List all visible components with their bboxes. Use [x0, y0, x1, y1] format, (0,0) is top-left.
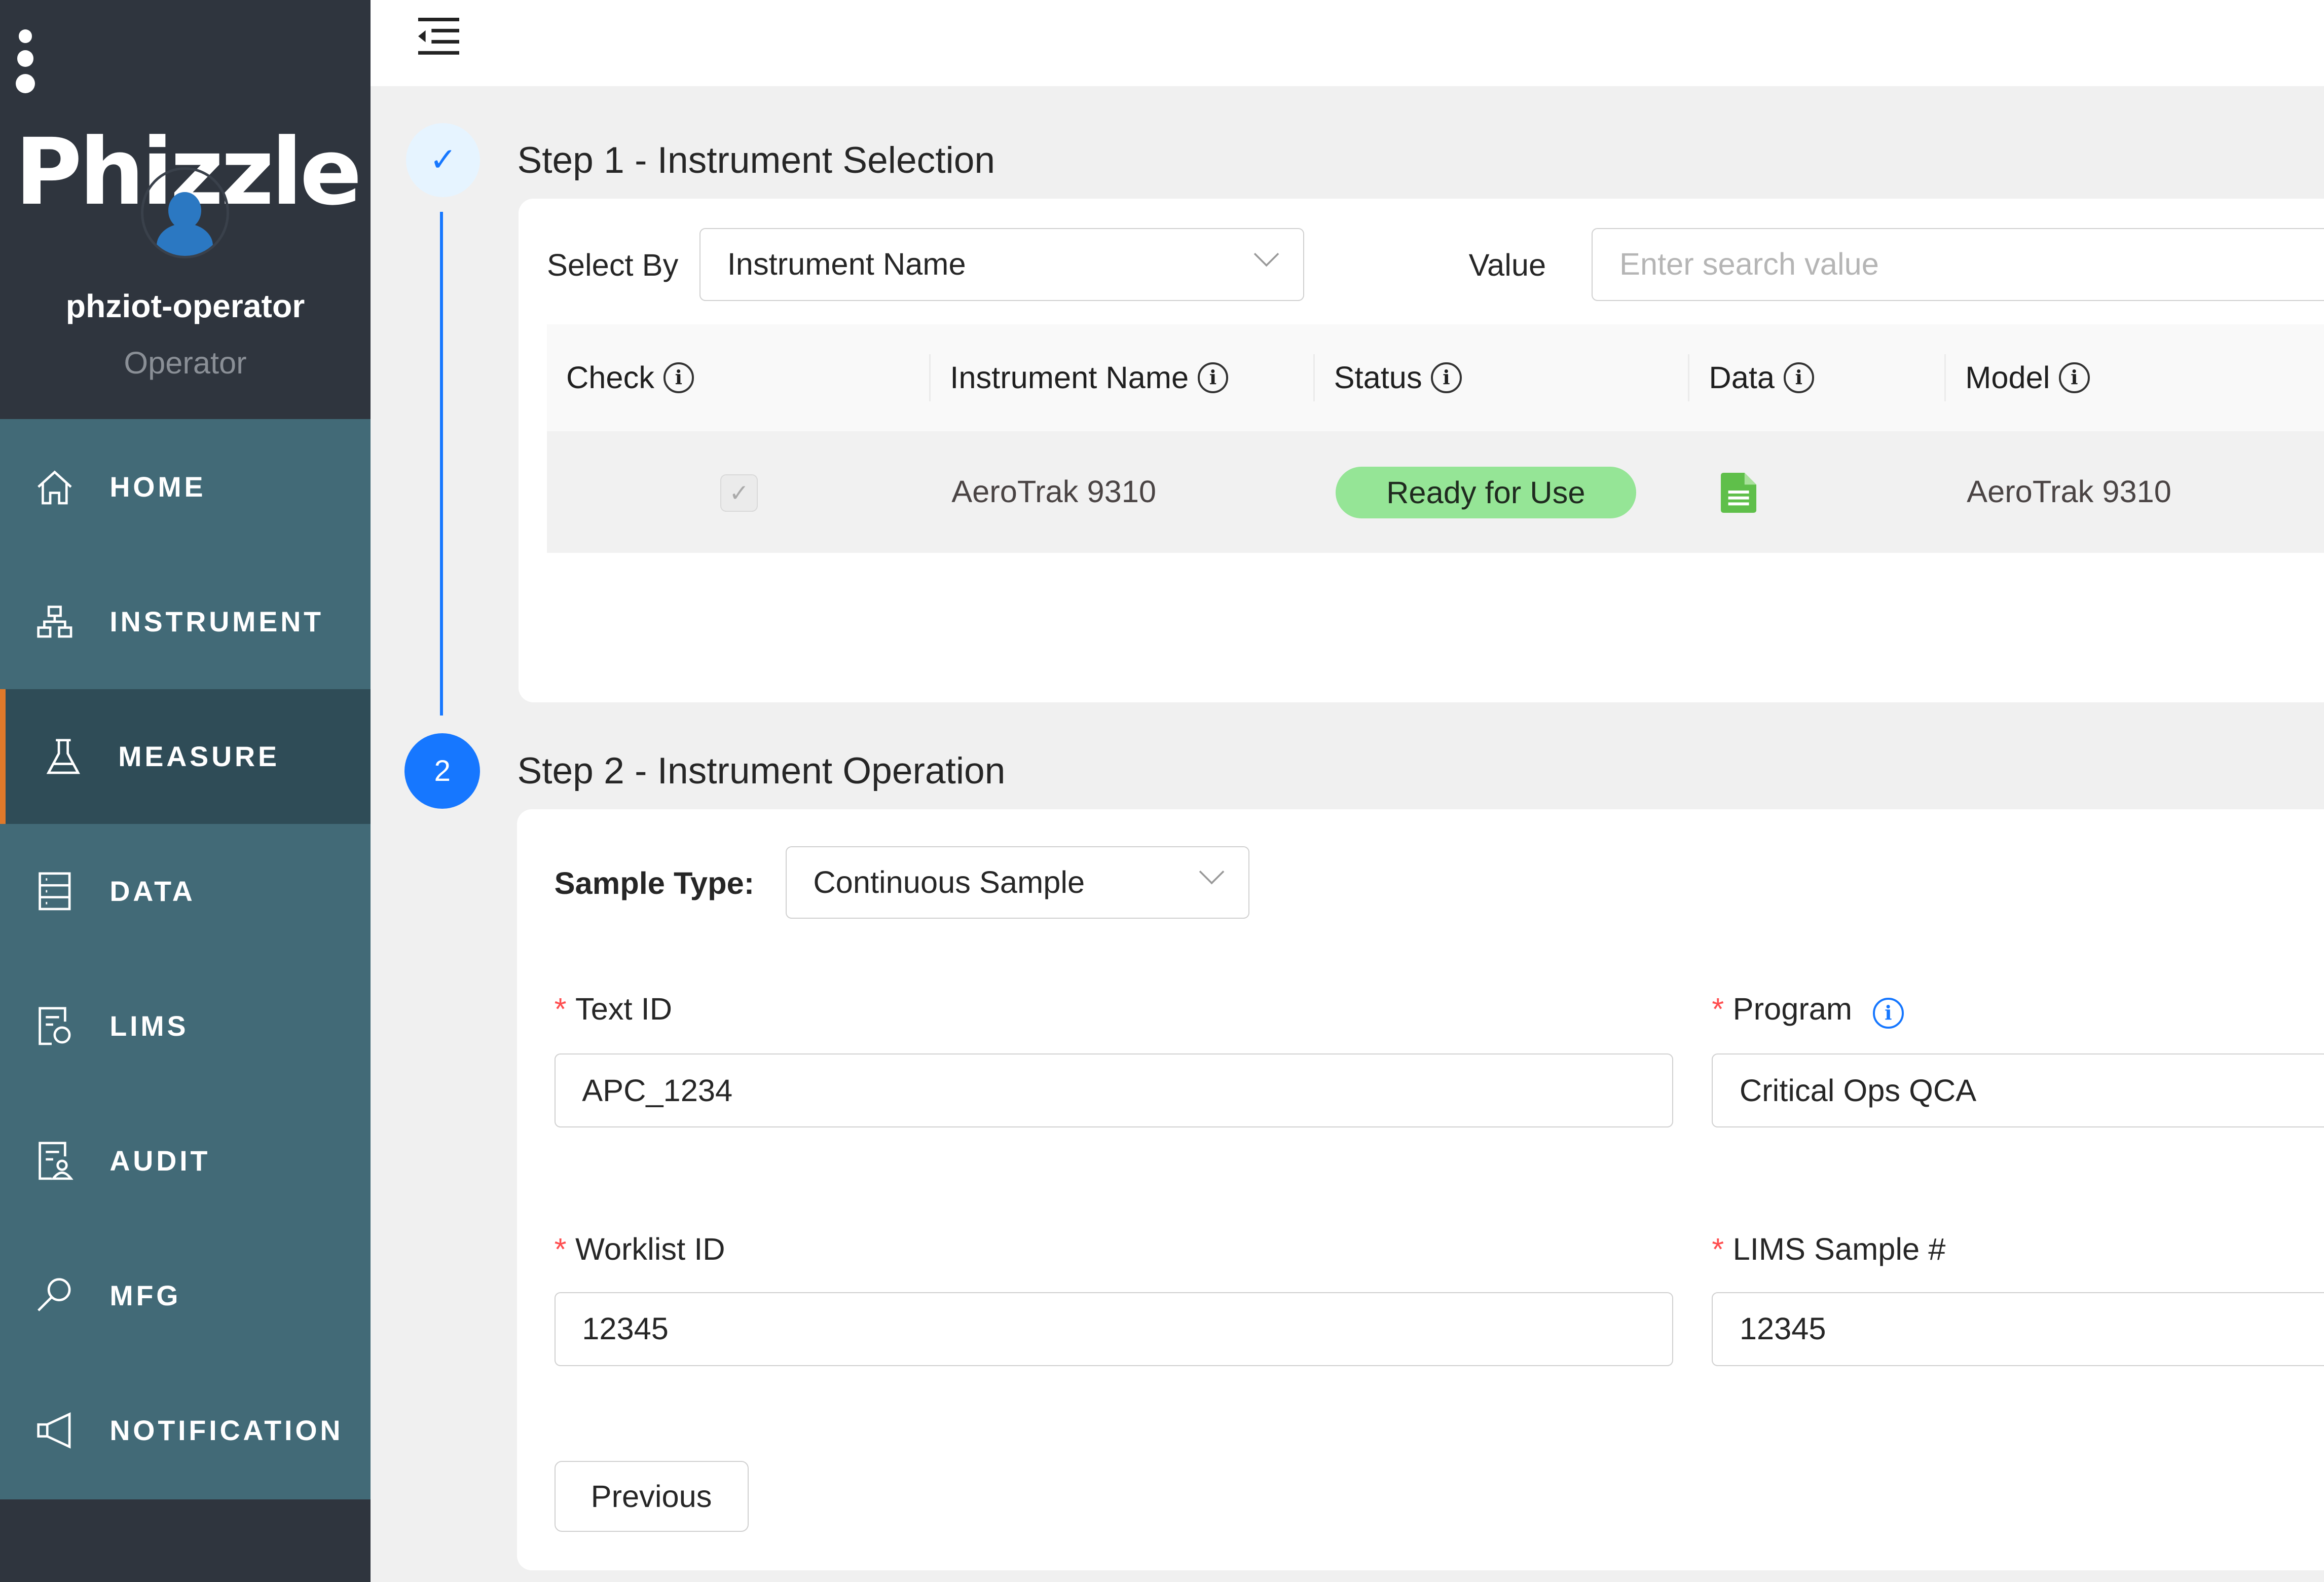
- text-id-label: *Text ID: [555, 991, 672, 1027]
- status-badge: Ready for Use: [1336, 467, 1637, 518]
- user-role: Operator: [0, 345, 371, 381]
- chevron-down-icon: [1199, 859, 1225, 884]
- select-by-dropdown[interactable]: Instrument Name: [699, 228, 1304, 300]
- sample-type-dropdown[interactable]: Continuous Sample: [786, 846, 1249, 919]
- nav-label: DATA: [109, 875, 195, 908]
- nav-menu: HOME INSTRUMENT MEASURE DATA LIMS AUDIT …: [0, 419, 371, 1499]
- table-header: Checki Instrument Namei Statusi Datai Mo…: [547, 324, 2324, 431]
- col-data: Datai: [1709, 324, 1814, 431]
- step-1-complete-icon: ✓: [406, 123, 480, 197]
- data-file-icon[interactable]: [1721, 473, 1756, 513]
- nav-label: INSTRUMENT: [109, 606, 324, 638]
- col-instrument-name: Instrument Namei: [950, 324, 1228, 431]
- program-label: *Programi: [1712, 991, 1903, 1029]
- instrument-name-cell: AeroTrak 9310: [951, 431, 1156, 553]
- user-name: phziot-operator: [0, 287, 371, 325]
- info-icon[interactable]: i: [1784, 362, 1815, 393]
- nav-label: NOTIFICATION: [109, 1414, 343, 1447]
- previous-button[interactable]: Previous: [555, 1461, 749, 1532]
- sample-type-value: Continuous Sample: [813, 864, 1085, 900]
- info-icon[interactable]: i: [1431, 362, 1462, 393]
- nav-item-data[interactable]: DATA: [0, 824, 371, 959]
- top-bar: [371, 0, 2324, 86]
- avatar[interactable]: [141, 167, 229, 258]
- database-icon: [32, 869, 77, 914]
- file-user-icon: [32, 1139, 77, 1183]
- info-icon[interactable]: i: [2059, 362, 2090, 393]
- nav-label: HOME: [109, 471, 206, 503]
- sample-type-label: Sample Type:: [555, 865, 755, 901]
- nav-item-lims[interactable]: LIMS: [0, 959, 371, 1094]
- step-2-card: [517, 809, 2323, 1571]
- info-icon[interactable]: i: [1873, 998, 1904, 1029]
- step-2-indicator: 2: [404, 733, 480, 809]
- worklist-id-input[interactable]: 12345: [555, 1292, 1674, 1366]
- nav-item-measure[interactable]: MEASURE: [0, 689, 371, 824]
- step-2-title: Step 2 - Instrument Operation: [517, 750, 1005, 792]
- app-root: Phizzle phziot-operator Operator HOME IN…: [0, 0, 2324, 1582]
- search-placeholder: Enter search value: [1619, 246, 1879, 282]
- lims-sample-input[interactable]: 12345: [1712, 1292, 2324, 1366]
- logo-dots-icon: [15, 29, 35, 100]
- worklist-id-label: *Worklist ID: [555, 1231, 725, 1267]
- search-value-input[interactable]: Enter search value: [1592, 228, 2323, 300]
- select-by-label: Select By: [547, 247, 678, 283]
- model-cell: AeroTrak 9310: [1967, 431, 2171, 553]
- row-checkbox[interactable]: ✓: [720, 474, 758, 512]
- text-id-input[interactable]: APC_1234: [555, 1053, 1674, 1127]
- lims-sample-label: *LIMS Sample #: [1712, 1231, 1945, 1267]
- col-status: Statusi: [1334, 324, 1462, 431]
- nav-item-notification[interactable]: NOTIFICATION: [0, 1363, 371, 1498]
- sidebar: Phizzle phziot-operator Operator HOME IN…: [0, 0, 371, 1582]
- sitemap-icon: [32, 599, 77, 644]
- step-1-title: Step 1 - Instrument Selection: [517, 139, 995, 181]
- col-check: Checki: [566, 324, 694, 431]
- info-icon[interactable]: i: [1198, 362, 1229, 393]
- select-by-value: Instrument Name: [727, 246, 966, 282]
- nav-label: MFG: [109, 1279, 181, 1312]
- nav-label: LIMS: [109, 1010, 189, 1042]
- value-label: Value: [1469, 247, 1546, 283]
- nav-item-instrument[interactable]: INSTRUMENT: [0, 554, 371, 689]
- nav-item-audit[interactable]: AUDIT: [0, 1094, 371, 1228]
- menu-fold-icon[interactable]: [418, 18, 460, 56]
- step-connector: [440, 212, 443, 715]
- info-icon[interactable]: i: [663, 362, 694, 393]
- nav-label: AUDIT: [109, 1145, 210, 1177]
- nav-item-mfg[interactable]: MFG: [0, 1228, 371, 1363]
- chevron-down-icon: [1254, 241, 1279, 267]
- nav-label: MEASURE: [118, 740, 280, 773]
- file-sync-icon: [32, 1004, 77, 1048]
- home-icon: [32, 465, 77, 509]
- search-icon: [32, 1273, 77, 1318]
- nav-item-home[interactable]: HOME: [0, 419, 371, 554]
- flask-icon: [41, 734, 86, 779]
- program-input[interactable]: Critical Ops QCA: [1712, 1053, 2324, 1127]
- megaphone-icon: [32, 1408, 77, 1453]
- col-model: Modeli: [1965, 324, 2089, 431]
